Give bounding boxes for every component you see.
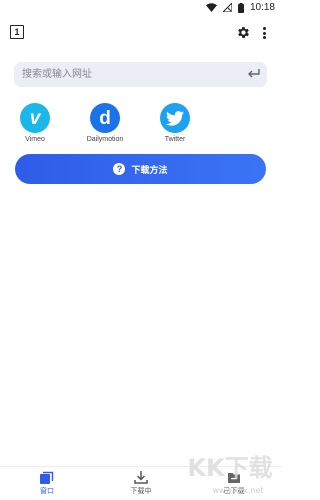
svg-text:d: d [99, 108, 111, 128]
gear-icon[interactable] [236, 25, 251, 40]
svg-text:www.kkx.net: www.kkx.net [212, 486, 263, 495]
more-menu-icon[interactable] [259, 26, 269, 40]
site-label: Dailymotion [86, 136, 124, 143]
status-bar: 10:18 [0, 0, 281, 16]
site-label: Twitter [164, 136, 186, 143]
search-input[interactable] [14, 62, 234, 87]
download-method-label: 下载方法 [131, 164, 168, 175]
nav-label: 下载中 [130, 488, 152, 495]
signal-muted-icon [222, 3, 232, 12]
vimeo-logo-icon: v [20, 103, 50, 133]
watermark-logo: KK下载 www.kkx.net [187, 454, 272, 495]
nav-downloading[interactable]: 下载中 [116, 471, 166, 496]
question-icon: ? [113, 163, 126, 175]
site-dailymotion[interactable]: d Dailymotion [75, 103, 135, 143]
quick-sites: v Vimeo d Dailymotion Twitter [0, 103, 281, 148]
svg-text:KK下载: KK下载 [187, 454, 272, 482]
status-icons: 10:18 [205, 2, 275, 13]
wifi-icon [205, 3, 217, 12]
status-time: 10:18 [249, 2, 275, 13]
windows-icon [40, 471, 54, 484]
battery-icon [237, 2, 244, 13]
nav-windows[interactable]: 窗口 [22, 471, 72, 496]
download-icon [134, 471, 148, 484]
site-twitter[interactable]: Twitter [145, 103, 205, 143]
tab-count-button[interactable]: 1 [10, 25, 24, 39]
svg-text:v: v [30, 109, 42, 127]
dailymotion-logo-icon: d [90, 103, 120, 133]
download-method-button[interactable]: ? 下载方法 [15, 154, 266, 184]
enter-icon[interactable] [247, 68, 261, 81]
nav-label: 窗口 [40, 488, 54, 495]
site-vimeo[interactable]: v Vimeo [5, 103, 65, 143]
search-bar[interactable] [14, 62, 267, 87]
site-label: Vimeo [25, 136, 45, 143]
twitter-logo-icon [160, 103, 190, 133]
